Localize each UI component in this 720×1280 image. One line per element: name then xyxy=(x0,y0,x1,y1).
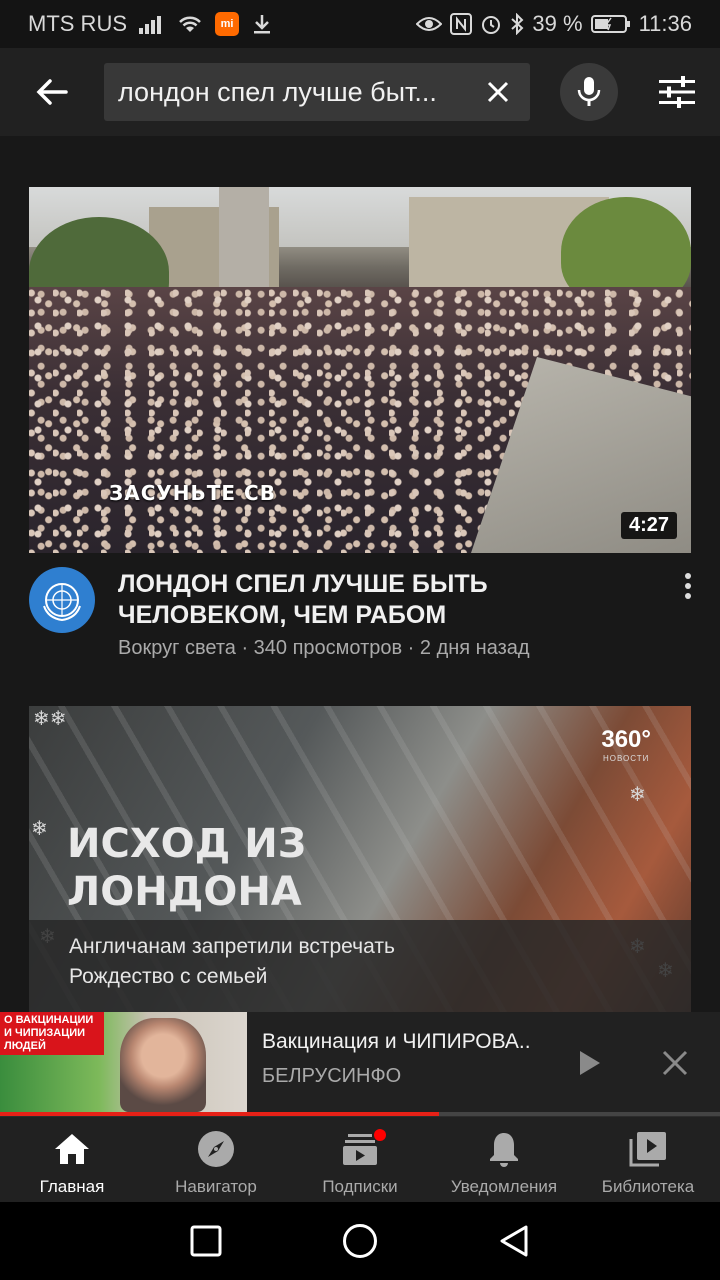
channel-avatar[interactable] xyxy=(29,567,95,633)
back-button[interactable] xyxy=(22,62,82,122)
search-header: лондон спел лучше быт... xyxy=(0,48,720,136)
video-title[interactable]: ЛОНДОН СПЕЛ ЛУЧШЕ БЫТЬ ЧЕЛОВЕКОМ, ЧЕМ РА… xyxy=(118,569,638,631)
circle-icon xyxy=(343,1224,377,1258)
close-icon xyxy=(662,1050,688,1076)
carrier-label: MTS RUS xyxy=(28,11,127,36)
nav-label: Подписки xyxy=(322,1177,398,1196)
microphone-icon xyxy=(577,77,601,106)
triangle-back-icon xyxy=(500,1225,528,1257)
search-input[interactable]: лондон спел лучше быт... xyxy=(104,63,530,121)
alarm-icon xyxy=(480,13,502,35)
library-icon xyxy=(628,1129,668,1169)
brand-logo: 360° НОВОСТИ xyxy=(601,726,651,763)
square-icon xyxy=(190,1225,222,1257)
bottom-navigation: Главная Навигатор Подписки Уведомления Б… xyxy=(0,1116,720,1202)
home-icon xyxy=(52,1129,92,1169)
nav-item-subscriptions[interactable]: Подписки xyxy=(288,1117,432,1202)
clock: 11:36 xyxy=(638,11,692,36)
snowflake-icon: ❄❄ xyxy=(33,708,67,730)
brand-name: 360° xyxy=(601,726,651,753)
nfc-icon xyxy=(450,13,473,35)
video-thumbnail[interactable]: ❄❄ ❄ ❄ ❄ ❄ ❄ 360° НОВОСТИ ИСХОД ИЗ ЛОНДО… xyxy=(29,706,691,1012)
headline-line: ИСХОД ИЗ xyxy=(67,821,307,867)
un-emblem-icon xyxy=(43,583,81,622)
voice-search-button[interactable] xyxy=(560,63,618,121)
video-metadata: Вокруг света · 340 просмотров · 2 дня на… xyxy=(118,637,530,659)
battery-percent: 39 % xyxy=(532,11,583,36)
compass-icon xyxy=(196,1129,236,1169)
nav-item-library[interactable]: Библиотека xyxy=(576,1117,720,1202)
more-options-button[interactable] xyxy=(674,569,702,603)
thumbnail-column xyxy=(219,187,269,287)
mini-thumbnail-person xyxy=(120,1018,206,1112)
mini-player-title[interactable]: Вакцинация и ЧИПИРОВА.. xyxy=(262,1030,531,1054)
status-bar: MTS RUS mi 39 % 11:36 xyxy=(0,0,720,48)
video-thumbnail[interactable]: ЗАСУНЬТЕ СВ 4:27 xyxy=(29,187,691,553)
recents-button[interactable] xyxy=(184,1219,228,1263)
close-icon xyxy=(487,81,509,103)
nav-item-home[interactable]: Главная xyxy=(0,1117,144,1202)
filter-sliders-icon xyxy=(659,76,695,108)
nav-label: Навигатор xyxy=(175,1177,257,1196)
search-filters-button[interactable] xyxy=(652,67,702,117)
video-duration: 4:27 xyxy=(620,512,677,539)
system-navigation-bar xyxy=(0,1202,720,1280)
nav-item-notifications[interactable]: Уведомления xyxy=(432,1117,576,1202)
headline-line: ЛОНДОНА xyxy=(67,869,302,915)
back-system-button[interactable] xyxy=(492,1219,536,1263)
more-vert-icon xyxy=(685,573,691,599)
mini-player[interactable]: О ВАКЦИНАЦИИ И ЧИПИЗАЦИИ ЛЮДЕЙ Вакцинаци… xyxy=(0,1012,720,1116)
home-system-button[interactable] xyxy=(338,1219,382,1263)
arrow-left-icon xyxy=(36,79,68,105)
subheadline-line: Англичанам запретили встречать xyxy=(69,935,395,958)
new-content-badge xyxy=(374,1129,386,1141)
thumbnail-headline: ИСХОД ИЗ ЛОНДОНА xyxy=(67,820,306,916)
eye-icon xyxy=(416,15,443,33)
nav-label: Уведомления xyxy=(450,1177,558,1196)
subheadline-line: Рождество с семьей xyxy=(69,965,268,988)
video-meta: ЛОНДОН СПЕЛ ЛУЧШЕ БЫТЬ ЧЕЛОВЕКОМ, ЧЕМ РА… xyxy=(0,553,720,683)
mini-player-channel: БЕЛРУСИНФО xyxy=(262,1065,402,1087)
brand-sub: НОВОСТИ xyxy=(602,754,650,763)
play-button[interactable] xyxy=(574,1046,606,1080)
clear-search-button[interactable] xyxy=(476,70,520,114)
signal-icon xyxy=(139,14,165,34)
snowflake-icon: ❄ xyxy=(31,818,48,840)
nav-item-explore[interactable]: Навигатор xyxy=(144,1117,288,1202)
thumbnail-caption: ЗАСУНЬТЕ СВ xyxy=(109,481,276,505)
play-icon xyxy=(580,1051,600,1075)
nav-label: Библиотека xyxy=(601,1177,695,1196)
bell-icon xyxy=(484,1129,524,1169)
close-miniplayer-button[interactable] xyxy=(658,1046,692,1080)
bluetooth-icon xyxy=(510,13,524,35)
nav-label: Главная xyxy=(39,1177,105,1196)
search-query[interactable]: лондон спел лучше быт... xyxy=(118,77,468,108)
download-icon xyxy=(251,13,273,35)
snowflake-icon: ❄ xyxy=(629,784,646,806)
mini-player-thumbnail[interactable]: О ВАКЦИНАЦИИ И ЧИПИЗАЦИИ ЛЮДЕЙ xyxy=(0,1012,247,1112)
wifi-icon xyxy=(177,14,203,34)
battery-icon xyxy=(590,14,631,34)
mini-thumbnail-tag: О ВАКЦИНАЦИИ И ЧИПИЗАЦИИ ЛЮДЕЙ xyxy=(0,1012,104,1055)
mi-app-icon: mi xyxy=(215,12,239,36)
thumbnail-subheadline: Англичанам запретили встречать Рождество… xyxy=(69,932,395,992)
